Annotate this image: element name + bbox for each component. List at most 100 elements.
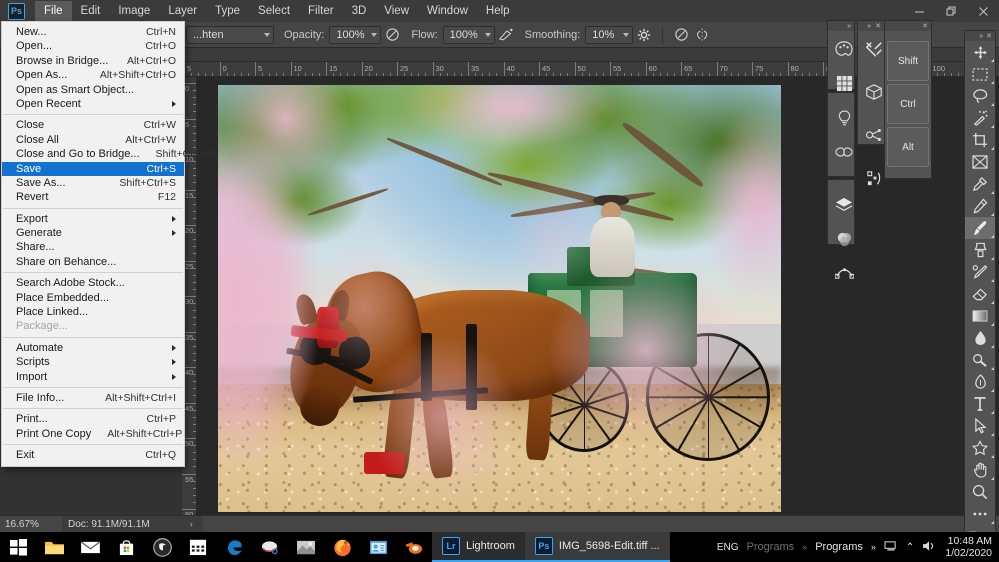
panel-tools-extra[interactable]: » ✕ [857,20,885,185]
overflow-chevron-2-icon[interactable]: » [871,542,876,552]
blur-tool[interactable] [965,327,995,349]
network-icon[interactable] [884,540,898,555]
contacts-icon[interactable] [360,532,396,562]
modifier-key-shift[interactable]: Shift [887,41,929,81]
menu-window[interactable]: Window [418,1,477,22]
file-menu-item-share[interactable]: Share... [2,240,184,254]
file-menu-item-close-all[interactable]: Close All Alt+Ctrl+W [2,133,184,147]
volume-icon[interactable] [922,540,937,555]
panel-title-bar[interactable]: » [828,21,854,31]
opacity-input[interactable]: 100% [329,25,382,44]
file-menu-item-close[interactable]: Close Ctrl+W [2,118,184,132]
eyedropper-tool[interactable] [965,173,995,195]
file-menu-item-close-and-go-to-bridge[interactable]: Close and Go to Bridge... Shift+Ctrl+W [2,147,215,161]
minimize-button[interactable] [903,0,935,22]
file-menu-item-open[interactable]: Open... Ctrl+O [2,39,184,53]
document-image[interactable] [218,85,781,512]
taskbar-app-photoshop[interactable]: Ps IMG_5698-Edit.tiff ... [524,532,670,562]
collapse-icon[interactable]: » [867,23,871,30]
panel-adjustments[interactable]: fx [827,92,855,228]
overflow-chevron-1-icon[interactable]: » [802,542,807,552]
modifier-key-alt[interactable]: Alt [887,127,929,167]
toolbar-programs-1[interactable]: Programs [746,541,794,553]
history-brush-tool[interactable] [965,261,995,283]
menu-edit[interactable]: Edit [72,1,110,22]
panel-layers[interactable] [827,179,855,279]
collapse-icon[interactable]: » [979,33,983,40]
hand-tool[interactable] [965,459,995,481]
document-size[interactable]: Doc: 91.1M/91.1M › [62,515,203,533]
file-menu-item-save[interactable]: Save Ctrl+S [2,161,184,176]
zoom-tool[interactable] [965,481,995,503]
menu-type[interactable]: Type [206,1,249,22]
toolbar-programs-2[interactable]: Programs [815,541,863,553]
language-indicator[interactable]: ENG [717,542,739,553]
file-menu-item-scripts[interactable]: Scripts [2,355,184,369]
ellipsis-icon[interactable] [965,503,995,525]
magic-wand-tool[interactable] [965,107,995,129]
show-hidden-icons-icon[interactable]: ⌃ [906,542,914,553]
restore-button[interactable] [935,0,967,22]
pressure-size-icon[interactable] [670,25,692,45]
file-menu-dropdown[interactable]: New... Ctrl+N Open... Ctrl+O Browse in Bridg… [1,21,215,467]
file-menu-item-place-embedded[interactable]: Place Embedded... [2,291,184,305]
airbrush-icon[interactable] [495,25,517,45]
eraser-tool[interactable] [965,283,995,305]
close-icon[interactable]: ✕ [922,22,928,30]
marquee-tool[interactable] [965,63,995,85]
chevron-right-icon[interactable]: › [190,519,193,529]
move-tool[interactable] [965,41,995,63]
dodge-tool[interactable] [965,349,995,371]
menu-image[interactable]: Image [109,1,159,22]
file-menu-item-import[interactable]: Import [2,370,184,384]
file-menu-item-print[interactable]: Print... Ctrl+P [2,412,184,426]
crop-tool[interactable] [965,129,995,151]
menu-file[interactable]: File [35,0,72,22]
shape-tool[interactable] [965,437,995,459]
menu-filter[interactable]: Filter [299,1,343,22]
file-explorer-icon[interactable] [36,532,72,562]
firefox-icon[interactable] [324,532,360,562]
blend-mode-select[interactable]: ...hten [186,25,274,44]
artboard[interactable] [218,85,781,512]
file-menu-item-revert[interactable]: Revert F12 [2,190,184,204]
file-menu-item-export[interactable]: Export [2,212,184,226]
menu-help[interactable]: Help [477,1,519,22]
start-icon[interactable] [0,532,36,562]
unity-icon[interactable] [252,532,288,562]
panel-modifier-keys[interactable]: ✕ Shift Ctrl Alt [884,20,932,179]
file-menu-item-generate[interactable]: Generate [2,226,184,240]
zoom-level[interactable]: 16.67% [0,519,62,530]
file-menu-item-place-linked[interactable]: Place Linked... [2,305,184,319]
smoothing-input[interactable]: 10% [585,25,634,44]
tools-panel[interactable]: » ✕ [964,30,996,562]
file-menu-item-share-on-behance[interactable]: Share on Behance... [2,255,184,269]
unreal-engine-icon[interactable] [144,532,180,562]
brush-settings-icon[interactable] [633,25,655,45]
file-menu-item-search-adobe-stock[interactable]: Search Adobe Stock... [2,276,184,290]
close-icon[interactable]: ✕ [875,22,881,30]
panel-title-bar[interactable]: ✕ [885,21,931,31]
pressure-opacity-icon[interactable] [381,25,403,45]
palette-icon[interactable] [828,33,860,65]
symmetry-icon[interactable] [692,25,714,45]
layers-icon[interactable] [828,189,860,221]
cc-libraries-icon[interactable] [828,136,860,168]
path-selection-tool[interactable] [965,415,995,437]
gradient-tool[interactable] [965,305,995,327]
calendar-icon[interactable] [180,532,216,562]
file-menu-item-save-as[interactable]: Save As... Shift+Ctrl+S [2,176,184,190]
menu-layer[interactable]: Layer [159,1,206,22]
healing-brush-tool[interactable] [965,195,995,217]
file-menu-item-new[interactable]: New... Ctrl+N [2,25,184,39]
close-button[interactable] [967,0,999,22]
paths-icon[interactable] [828,257,860,289]
pen-tool[interactable] [965,371,995,393]
file-menu-item-file-info[interactable]: File Info... Alt+Shift+Ctrl+I [2,391,184,405]
file-menu-item-open-as[interactable]: Open As... Alt+Shift+Ctrl+O [2,68,184,82]
panel-title-bar[interactable]: » ✕ [858,21,884,31]
blender-icon[interactable] [396,532,432,562]
collapse-icon[interactable]: » [847,23,851,30]
menu-view[interactable]: View [375,1,418,22]
tools-panel-header[interactable]: » ✕ [965,31,995,41]
